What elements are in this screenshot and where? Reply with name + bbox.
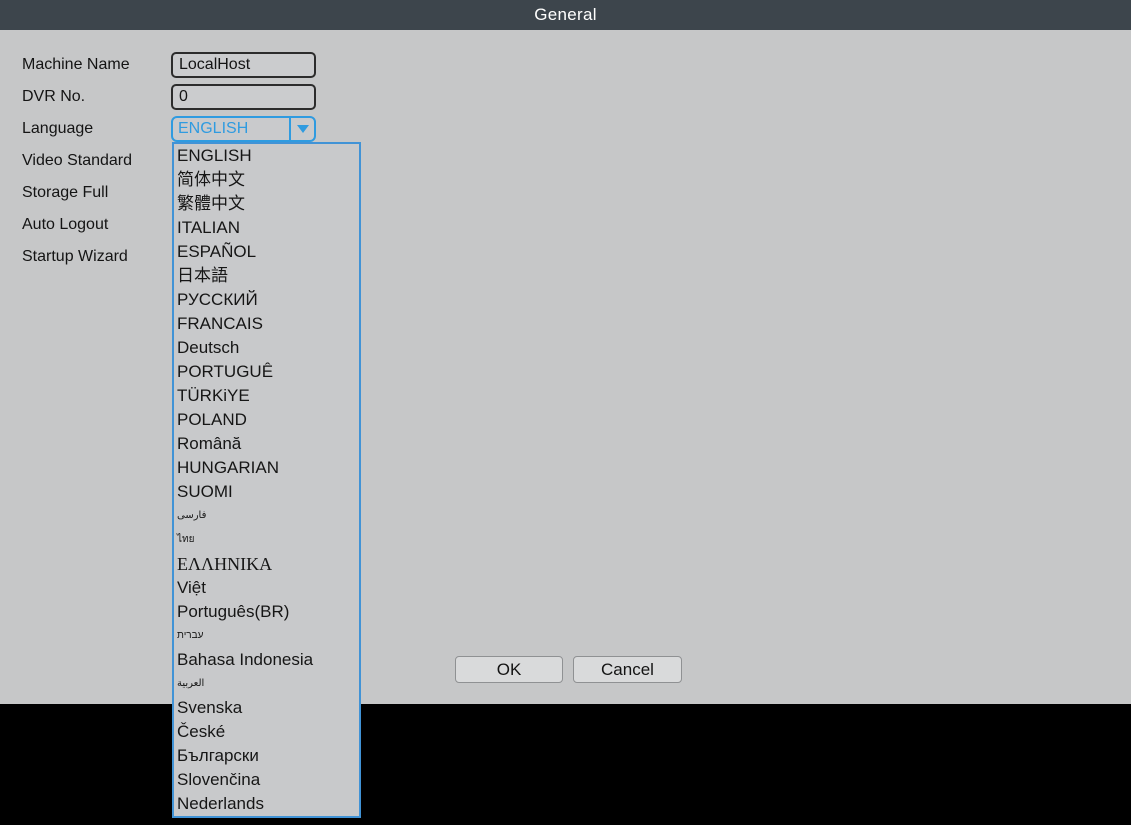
language-option-6[interactable]: РУССКИЙ [174,288,359,312]
language-option-17[interactable]: ΕΛΛΗΝΙΚΑ [174,552,359,576]
language-option-14[interactable]: SUOMI [174,480,359,504]
language-option-24[interactable]: České [174,720,359,744]
language-option-9[interactable]: PORTUGUÊ [174,360,359,384]
language-option-21[interactable]: Bahasa Indonesia [174,648,359,672]
dialog-title: General [534,5,597,24]
language-option-4[interactable]: ESPAÑOL [174,240,359,264]
language-option-2[interactable]: 繁體中文 [174,192,359,216]
language-label: Language [22,120,94,137]
language-option-15[interactable]: فارسی [174,504,359,528]
language-option-20[interactable]: עברית [174,624,359,648]
language-option-19[interactable]: Português(BR) [174,600,359,624]
auto-logout-label: Auto Logout [22,216,109,233]
video-standard-label: Video Standard [22,152,133,169]
language-option-5[interactable]: 日本語 [174,264,359,288]
language-dropdown-list: ENGLISH 简体中文 繁體中文 ITALIAN ESPAÑOL 日本語 РУССКИЙ F… [172,142,361,818]
language-selected-value: ENGLISH [178,120,249,137]
dvr-general-settings-screen: General Machine Name DVR No. Language EN… [0,0,1131,825]
language-option-25[interactable]: Български [174,744,359,768]
language-option-8[interactable]: Deutsch [174,336,359,360]
dialog-body: Machine Name DVR No. Language ENGLISH Vi… [0,30,1131,704]
language-option-26[interactable]: Slovenčina [174,768,359,792]
language-option-0[interactable]: ENGLISH [174,144,359,168]
language-option-27[interactable]: Nederlands [174,792,359,816]
language-option-7[interactable]: FRANCAIS [174,312,359,336]
language-select[interactable]: ENGLISH [171,116,316,142]
language-select-arrow-button[interactable] [289,118,314,140]
language-option-22[interactable]: العربية [174,672,359,696]
language-option-11[interactable]: POLAND [174,408,359,432]
cancel-button[interactable]: Cancel [573,656,682,683]
language-option-23[interactable]: Svenska [174,696,359,720]
language-option-3[interactable]: ITALIAN [174,216,359,240]
language-option-13[interactable]: HUNGARIAN [174,456,359,480]
storage-full-label: Storage Full [22,184,109,201]
ok-button[interactable]: OK [455,656,563,683]
language-option-12[interactable]: Română [174,432,359,456]
startup-wizard-label: Startup Wizard [22,248,128,265]
language-option-10[interactable]: TÜRKiYE [174,384,359,408]
dvr-no-input[interactable] [171,84,316,110]
dialog-title-bar: General [0,0,1131,30]
dvr-no-label: DVR No. [22,88,86,105]
language-option-18[interactable]: Việt [174,576,359,600]
machine-name-label: Machine Name [22,56,130,73]
video-background-area [0,704,1131,825]
language-option-1[interactable]: 简体中文 [174,168,359,192]
chevron-down-icon [296,125,309,133]
machine-name-input[interactable] [171,52,316,78]
language-option-16[interactable]: ไทย [174,528,359,552]
